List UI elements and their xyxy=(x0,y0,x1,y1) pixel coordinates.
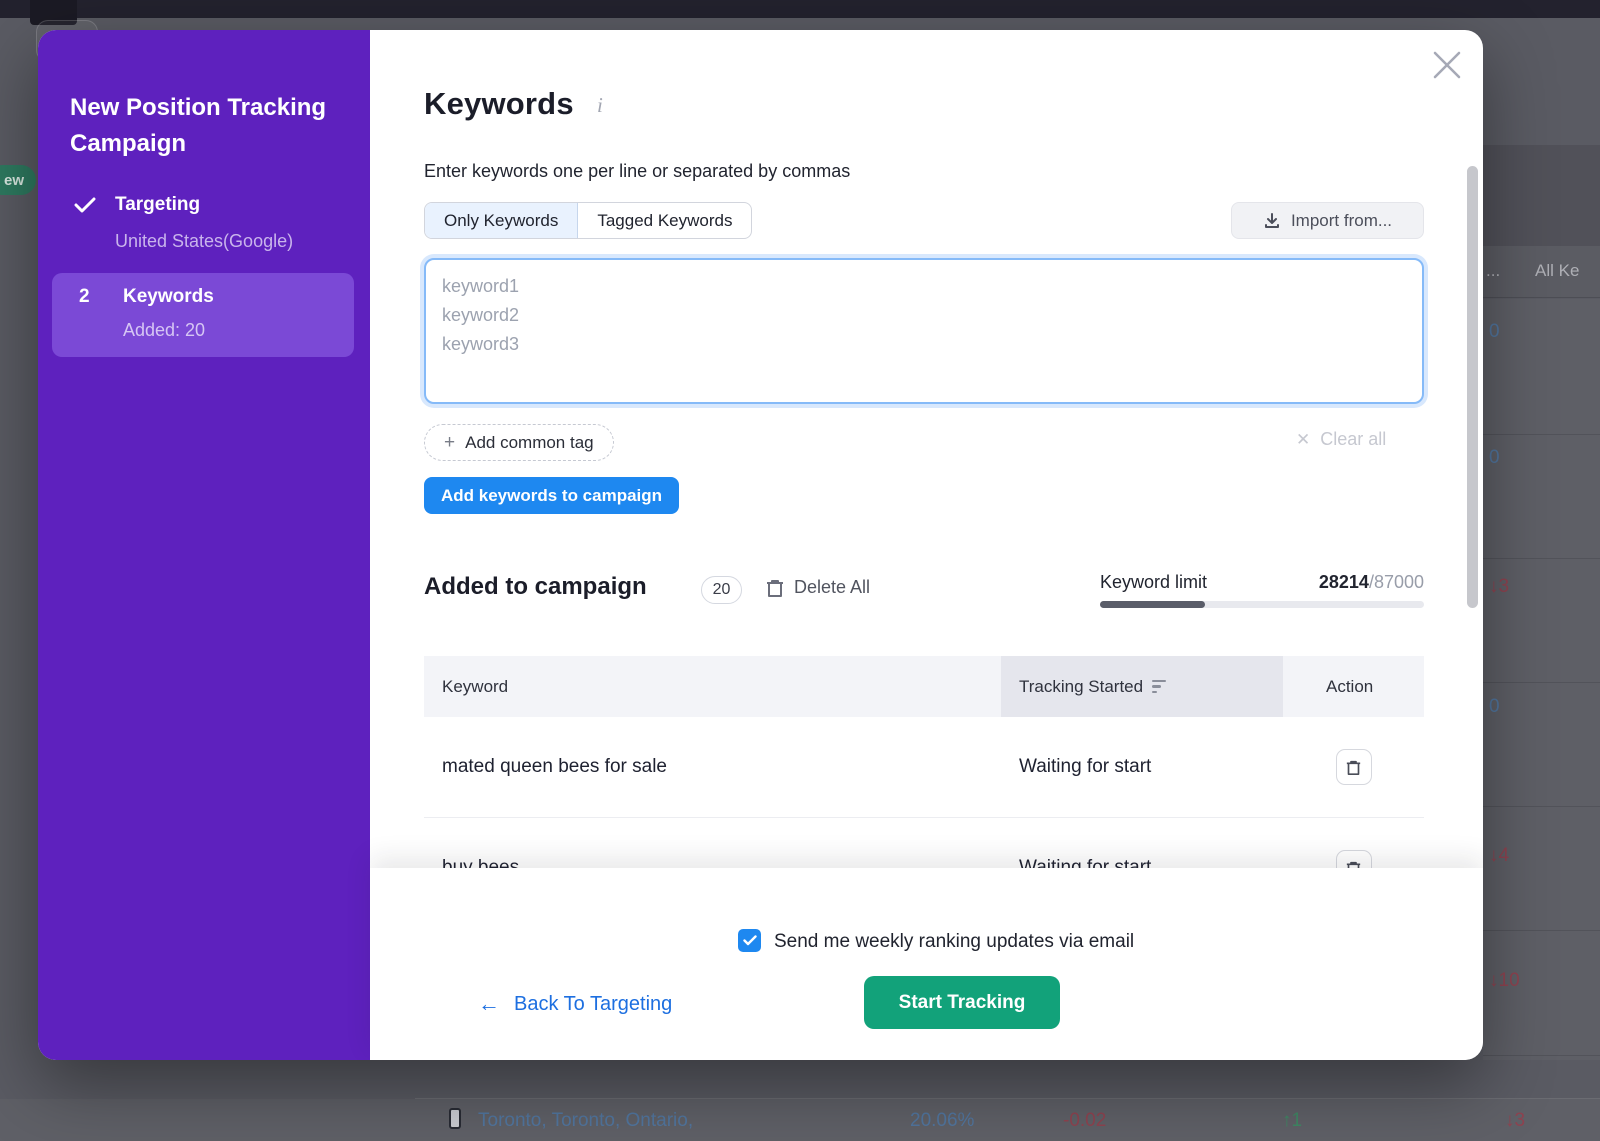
sidebar-step-targeting[interactable]: Targeting xyxy=(115,194,200,216)
wizard-title: New Position Tracking Campaign xyxy=(70,90,338,162)
delete-all-button[interactable]: Delete All xyxy=(766,577,870,598)
import-from-button[interactable]: Import from... xyxy=(1231,202,1424,239)
start-tracking-button[interactable]: Start Tracking xyxy=(864,976,1060,1029)
plus-icon: + xyxy=(444,432,455,454)
background-table-row: Toronto, Toronto, Ontario, 20.06% -0.02 … xyxy=(0,1099,1600,1141)
email-updates-checkbox[interactable] xyxy=(738,929,761,952)
added-count-badge: 20 xyxy=(701,576,742,604)
keywords-instructions: Enter keywords one per line or separated… xyxy=(424,161,850,182)
clear-all-button[interactable]: ✕ Clear all xyxy=(1296,429,1386,450)
keyword-limit-value: 28214/87000 xyxy=(1100,572,1424,593)
keyword-limit-used: 28214 xyxy=(1319,572,1369,592)
back-arrow-icon: ← xyxy=(478,991,500,1017)
clear-icon: ✕ xyxy=(1296,430,1310,450)
add-common-tag-label: Add common tag xyxy=(465,433,594,453)
add-keywords-to-campaign-button[interactable]: Add keywords to campaign xyxy=(424,477,679,514)
background-visibility-value: 20.06% xyxy=(910,1110,974,1132)
page-title: Keywords xyxy=(424,86,574,122)
step-added-count: Added: 20 xyxy=(123,320,205,341)
check-icon xyxy=(74,196,96,214)
keyword-cell: mated queen bees for sale xyxy=(424,717,1001,817)
background-location-link: Toronto, Toronto, Ontario, xyxy=(478,1110,693,1132)
background-up-value: ↑1 xyxy=(1282,1110,1302,1132)
delete-keyword-button[interactable] xyxy=(1336,749,1372,785)
background-table-rows: 0 0 ↓3 0 ↓4 ↓10 xyxy=(1483,299,1600,1060)
column-header-tracking-started[interactable]: Tracking Started xyxy=(1001,656,1283,717)
background-down-value: ↓3 xyxy=(1505,1110,1525,1132)
keyword-limit-total: /87000 xyxy=(1369,572,1424,592)
keyword-limit-progress-fill xyxy=(1100,601,1205,608)
new-badge: ew xyxy=(0,165,36,195)
delete-all-label: Delete All xyxy=(794,577,870,598)
step-label: Keywords xyxy=(123,286,214,308)
background-table-header: ... All Ke xyxy=(1483,246,1600,298)
wizard-sidebar: New Position Tracking Campaign Targeting… xyxy=(38,30,370,1060)
column-header-action: Action xyxy=(1283,656,1424,717)
email-updates-label: Send me weekly ranking updates via email xyxy=(774,931,1134,953)
status-cell: Waiting for start xyxy=(1001,717,1283,817)
background-value: ↓3 xyxy=(1489,576,1509,598)
keywords-input[interactable] xyxy=(424,258,1424,404)
add-common-tag-button[interactable]: + Add common tag xyxy=(424,424,614,461)
sidebar-step-targeting-detail: United States(Google) xyxy=(115,231,293,252)
table-row: mated queen bees for sale Waiting for st… xyxy=(424,717,1424,818)
new-campaign-modal: New Position Tracking Campaign Targeting… xyxy=(38,30,1483,1060)
background-col-all-keywords: All Ke xyxy=(1535,261,1579,281)
background-change-value: -0.02 xyxy=(1063,1110,1106,1132)
close-icon[interactable] xyxy=(1430,48,1464,82)
background-col-ellipsis: ... xyxy=(1486,261,1500,281)
modal-scrollbar[interactable] xyxy=(1467,166,1478,608)
back-to-targeting-label: Back To Targeting xyxy=(514,993,672,1016)
background-value: 0 xyxy=(1489,696,1500,718)
table-header-row: Keyword Tracking Started Action xyxy=(424,656,1424,717)
background-value: 0 xyxy=(1489,447,1500,469)
tracking-started-label: Tracking Started xyxy=(1019,677,1143,697)
column-header-keyword: Keyword xyxy=(424,656,1001,717)
trash-icon xyxy=(1346,759,1361,776)
download-icon xyxy=(1263,212,1281,230)
clear-all-label: Clear all xyxy=(1320,429,1386,450)
modal-footer: Send me weekly ranking updates via email… xyxy=(370,868,1483,1060)
background-value: ↓10 xyxy=(1489,970,1520,992)
added-to-campaign-title: Added to campaign xyxy=(424,573,647,601)
background-value: 0 xyxy=(1489,321,1500,343)
step-number: 2 xyxy=(79,286,90,308)
background-table-band xyxy=(1483,145,1600,246)
tab-only-keywords[interactable]: Only Keywords xyxy=(425,203,578,238)
mobile-device-icon xyxy=(449,1108,461,1129)
background-bottom-strip: Toronto, Toronto, Ontario, 20.06% -0.02 … xyxy=(0,1060,1600,1141)
import-from-label: Import from... xyxy=(1291,211,1392,231)
sidebar-step-keywords[interactable]: 2 Keywords Added: 20 xyxy=(52,273,354,357)
trash-icon xyxy=(766,578,784,598)
check-icon xyxy=(743,935,757,946)
back-to-targeting-link[interactable]: ← Back To Targeting xyxy=(478,991,672,1017)
top-browser-bar xyxy=(0,0,1600,18)
tab-tagged-keywords[interactable]: Tagged Keywords xyxy=(578,203,751,238)
background-value: ↓4 xyxy=(1489,845,1509,867)
keyword-limit-progress xyxy=(1100,601,1424,608)
info-icon[interactable]: i xyxy=(597,93,603,118)
sort-icon xyxy=(1152,680,1166,694)
keywords-tab-group: Only Keywords Tagged Keywords xyxy=(424,202,752,239)
